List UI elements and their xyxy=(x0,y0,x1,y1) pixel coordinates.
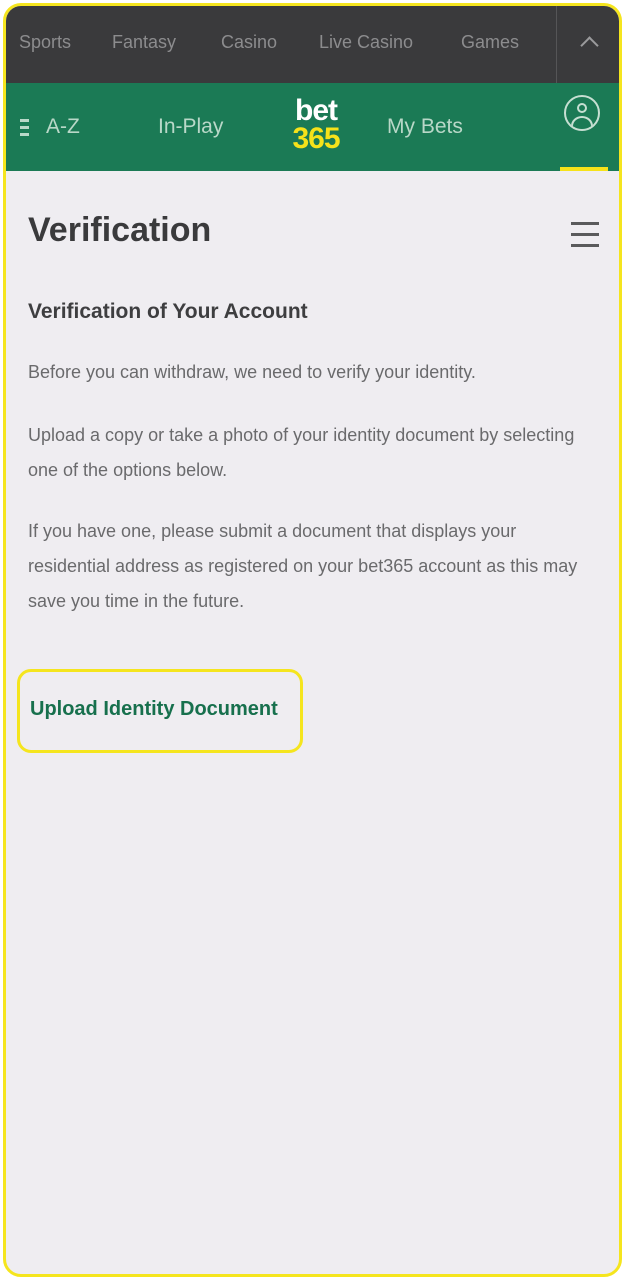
upload-instructions: Upload a copy or take a photo of your id… xyxy=(28,425,575,480)
nav-az[interactable]: A-Z xyxy=(46,115,80,139)
menu-icon[interactable] xyxy=(571,222,599,248)
nav-in-play[interactable]: In-Play xyxy=(158,115,223,139)
list-icon xyxy=(20,119,29,137)
app-frame: Sports Fantasy Casino Live Casino Games … xyxy=(3,3,622,1277)
user-icon[interactable] xyxy=(564,95,600,131)
page-title: Verification xyxy=(28,211,212,249)
chevron-up-icon[interactable] xyxy=(580,36,599,55)
category-fantasy[interactable]: Fantasy xyxy=(112,32,176,53)
intro-paragraph: Before you can withdraw, we need to veri… xyxy=(28,362,476,382)
category-bar: Sports Fantasy Casino Live Casino Games xyxy=(6,6,619,83)
nav-my-bets[interactable]: My Bets xyxy=(387,115,463,139)
category-divider xyxy=(556,6,557,83)
logo-text-bottom: 365 xyxy=(292,122,340,155)
upload-identity-document-link[interactable]: Upload Identity Document xyxy=(30,698,278,721)
category-games[interactable]: Games xyxy=(461,32,519,53)
section-title: Verification of Your Account xyxy=(28,300,308,323)
main-nav: A-Z In-Play bet 365 My Bets xyxy=(6,83,619,171)
active-tab-indicator xyxy=(560,167,608,171)
category-casino[interactable]: Casino xyxy=(221,32,277,53)
upload-highlight: Upload Identity Document xyxy=(17,669,303,753)
category-live-casino[interactable]: Live Casino xyxy=(319,32,413,53)
address-note: If you have one, please submit a documen… xyxy=(28,521,578,611)
category-sports[interactable]: Sports xyxy=(19,32,71,53)
bet365-logo[interactable]: bet 365 xyxy=(281,94,351,155)
logo-text-top: bet xyxy=(295,94,338,127)
